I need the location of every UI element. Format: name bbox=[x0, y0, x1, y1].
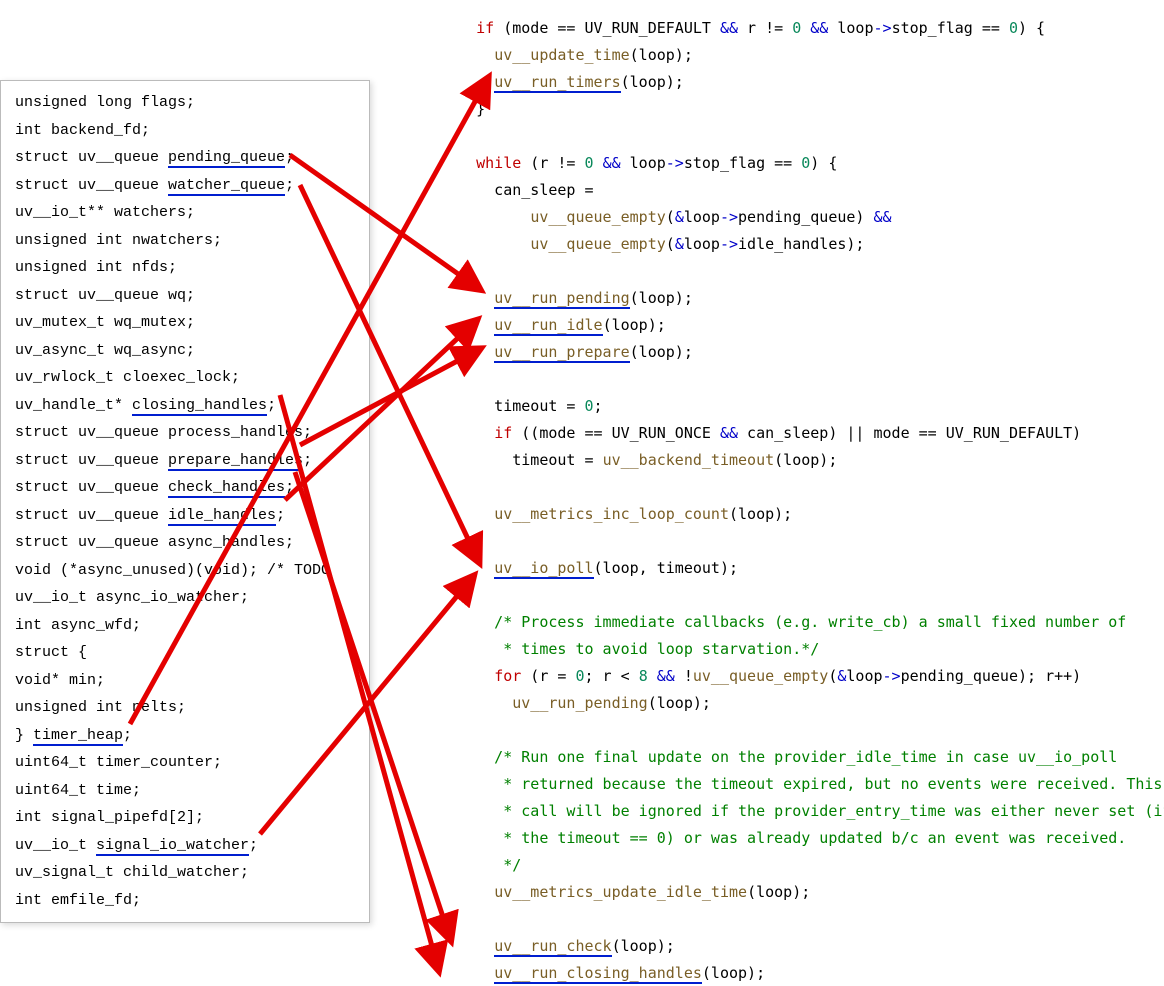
struct-line: struct { bbox=[15, 639, 355, 667]
field-timer-heap: timer_heap bbox=[33, 727, 123, 746]
struct-line: uv_signal_t child_watcher; bbox=[15, 859, 355, 887]
struct-line: int emfile_fd; bbox=[15, 887, 355, 915]
struct-line: uint64_t timer_counter; bbox=[15, 749, 355, 777]
field-closing-handles: closing_handles bbox=[132, 397, 267, 416]
struct-line: unsigned long flags; bbox=[15, 89, 355, 117]
struct-line: struct uv__queue async_handles; bbox=[15, 529, 355, 557]
call-run-check: uv__run_check bbox=[494, 937, 611, 957]
struct-line: struct uv__queue process_handles; bbox=[15, 419, 355, 447]
field-pending-queue: pending_queue bbox=[168, 149, 285, 168]
struct-definition-box: unsigned long flags; int backend_fd; str… bbox=[0, 80, 370, 923]
struct-line: void (*async_unused)(void); /* TODO bbox=[15, 557, 355, 585]
struct-line: uv_handle_t* closing_handles; bbox=[15, 392, 355, 420]
struct-line: struct uv__queue wq; bbox=[15, 282, 355, 310]
struct-line: uv_mutex_t wq_mutex; bbox=[15, 309, 355, 337]
struct-line: struct uv__queue idle_handles; bbox=[15, 502, 355, 530]
struct-line: struct uv__queue watcher_queue; bbox=[15, 172, 355, 200]
field-prepare-handles: prepare_handles bbox=[168, 452, 303, 471]
struct-line: int signal_pipefd[2]; bbox=[15, 804, 355, 832]
field-signal-io-watcher: signal_io_watcher bbox=[96, 837, 249, 856]
call-run-closing-handles: uv__run_closing_handles bbox=[494, 964, 702, 984]
struct-line: uv__io_t signal_io_watcher; bbox=[15, 832, 355, 860]
struct-line: uv__io_t** watchers; bbox=[15, 199, 355, 227]
struct-line: unsigned int nfds; bbox=[15, 254, 355, 282]
call-run-prepare: uv__run_prepare bbox=[494, 343, 629, 363]
field-idle-handles: idle_handles bbox=[168, 507, 276, 526]
struct-line: uv_async_t wq_async; bbox=[15, 337, 355, 365]
field-watcher-queue: watcher_queue bbox=[168, 177, 285, 196]
struct-line: int backend_fd; bbox=[15, 117, 355, 145]
struct-line: uv__io_t async_io_watcher; bbox=[15, 584, 355, 612]
struct-line: void* min; bbox=[15, 667, 355, 695]
struct-line: unsigned int nelts; bbox=[15, 694, 355, 722]
struct-line: struct uv__queue prepare_handles; bbox=[15, 447, 355, 475]
struct-line: uint64_t time; bbox=[15, 777, 355, 805]
struct-line: } timer_heap; bbox=[15, 722, 355, 750]
call-run-idle: uv__run_idle bbox=[494, 316, 602, 336]
struct-line: struct uv__queue pending_queue; bbox=[15, 144, 355, 172]
call-run-timers: uv__run_timers bbox=[494, 73, 620, 93]
struct-line: int async_wfd; bbox=[15, 612, 355, 640]
struct-line: struct uv__queue check_handles; bbox=[15, 474, 355, 502]
call-io-poll: uv__io_poll bbox=[494, 559, 593, 579]
call-run-pending: uv__run_pending bbox=[494, 289, 629, 309]
struct-line: uv_rwlock_t cloexec_lock; bbox=[15, 364, 355, 392]
run-loop-code: if (mode == UV_RUN_DEFAULT && r != 0 && … bbox=[440, 15, 1160, 986]
field-check-handles: check_handles bbox=[168, 479, 285, 498]
struct-line: unsigned int nwatchers; bbox=[15, 227, 355, 255]
